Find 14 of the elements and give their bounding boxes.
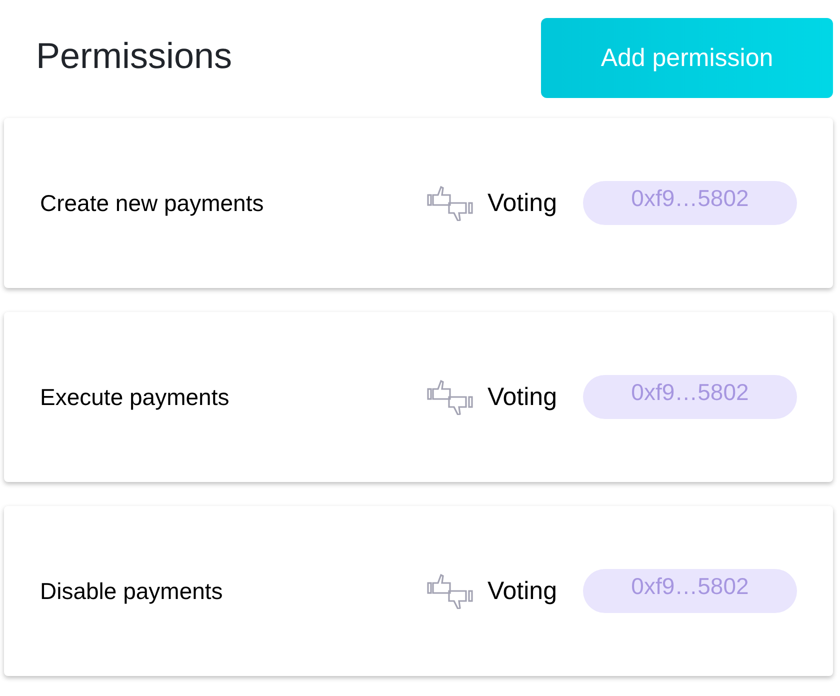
address-badge: 0xf9…5802 — [583, 181, 797, 225]
app-name: Voting — [487, 188, 557, 218]
add-permission-button[interactable]: Add permission — [541, 18, 833, 98]
thumbs-up-down-icon — [427, 185, 476, 221]
app-name: Voting — [487, 382, 557, 412]
page-title: Permissions — [36, 35, 232, 77]
permission-action: Disable payments — [40, 578, 223, 604]
address-badge: 0xf9…5802 — [583, 375, 797, 419]
permission-action: Create new payments — [40, 190, 264, 216]
address-badge: 0xf9…5802 — [583, 569, 797, 613]
thumbs-up-down-icon — [427, 573, 476, 609]
thumbs-up-down-icon — [427, 379, 476, 415]
permission-action: Execute payments — [40, 384, 230, 410]
app-name: Voting — [487, 576, 557, 606]
